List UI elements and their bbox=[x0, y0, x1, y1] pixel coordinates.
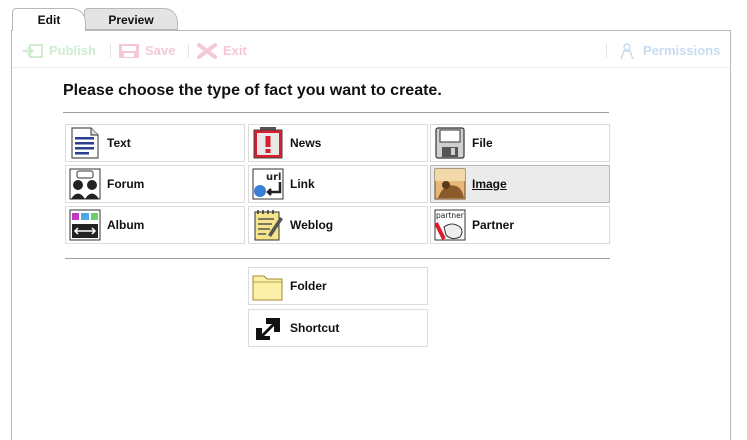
floppy-disk-icon bbox=[435, 127, 465, 159]
toolbar-separator bbox=[188, 44, 189, 58]
news-alert-icon bbox=[253, 127, 283, 159]
publish-button[interactable]: Publish bbox=[22, 43, 96, 59]
folder-icon bbox=[252, 275, 283, 301]
fact-type-link[interactable]: url Link bbox=[248, 165, 428, 203]
divider bbox=[65, 258, 610, 259]
shortcut-arrow-icon bbox=[254, 314, 282, 342]
save-label: Save bbox=[145, 43, 176, 58]
page-title: Please choose the type of fact you want … bbox=[63, 82, 442, 99]
image-photo-icon bbox=[434, 168, 466, 200]
toolbar: Publish Save Exit Permissions bbox=[12, 31, 730, 68]
toolbar-separator bbox=[606, 44, 607, 58]
toolbar-separator bbox=[110, 44, 111, 58]
fact-type-image[interactable]: Image bbox=[430, 165, 610, 203]
fact-type-shortcut[interactable]: Shortcut bbox=[248, 309, 428, 347]
fact-type-news[interactable]: News bbox=[248, 124, 428, 162]
permissions-person-icon bbox=[620, 43, 634, 59]
fact-type-label: News bbox=[290, 136, 322, 150]
fact-type-weblog[interactable]: Weblog bbox=[248, 206, 428, 244]
fact-type-partner[interactable]: partner Partner bbox=[430, 206, 610, 244]
fact-type-label: Folder bbox=[290, 279, 327, 293]
fact-type-label: Weblog bbox=[290, 218, 334, 232]
tab-edit[interactable]: Edit bbox=[12, 8, 86, 31]
fact-type-folder[interactable]: Folder bbox=[248, 267, 428, 305]
fact-type-forum[interactable]: Forum bbox=[65, 165, 245, 203]
fact-type-label: Partner bbox=[472, 218, 515, 232]
publish-icon bbox=[23, 44, 43, 58]
fact-type-file[interactable]: File bbox=[430, 124, 610, 162]
permissions-label: Permissions bbox=[643, 43, 721, 58]
fact-type-text[interactable]: Text bbox=[65, 124, 245, 162]
tab-bar: Edit Preview bbox=[12, 8, 732, 32]
fact-type-label: Shortcut bbox=[290, 321, 340, 335]
svg-text:partner: partner bbox=[436, 211, 465, 220]
fact-type-album[interactable]: Album bbox=[65, 206, 245, 244]
save-button[interactable]: Save bbox=[118, 43, 175, 59]
divider bbox=[63, 112, 609, 113]
close-icon bbox=[197, 43, 217, 59]
forum-people-icon bbox=[69, 168, 101, 200]
editor-panel: Publish Save Exit Permissions Please cho… bbox=[11, 30, 731, 440]
weblog-notepad-icon bbox=[254, 210, 283, 241]
text-document-icon bbox=[71, 127, 99, 159]
fact-type-label: Forum bbox=[107, 177, 145, 191]
album-icon bbox=[69, 209, 101, 241]
url-link-icon: url bbox=[252, 168, 284, 200]
svg-text:url: url bbox=[266, 172, 281, 183]
tab-preview[interactable]: Preview bbox=[84, 8, 178, 30]
fact-type-label: Album bbox=[107, 218, 145, 232]
fact-type-label: Text bbox=[107, 136, 131, 150]
fact-type-label: Image bbox=[472, 177, 507, 191]
save-icon bbox=[119, 44, 139, 58]
publish-label: Publish bbox=[49, 43, 96, 58]
exit-button[interactable]: Exit bbox=[196, 43, 247, 59]
exit-label: Exit bbox=[223, 43, 247, 58]
permissions-button[interactable]: Permissions bbox=[616, 43, 720, 59]
fact-type-label: File bbox=[472, 136, 493, 150]
partner-handshake-icon: partner bbox=[434, 209, 466, 241]
fact-type-label: Link bbox=[290, 177, 315, 191]
